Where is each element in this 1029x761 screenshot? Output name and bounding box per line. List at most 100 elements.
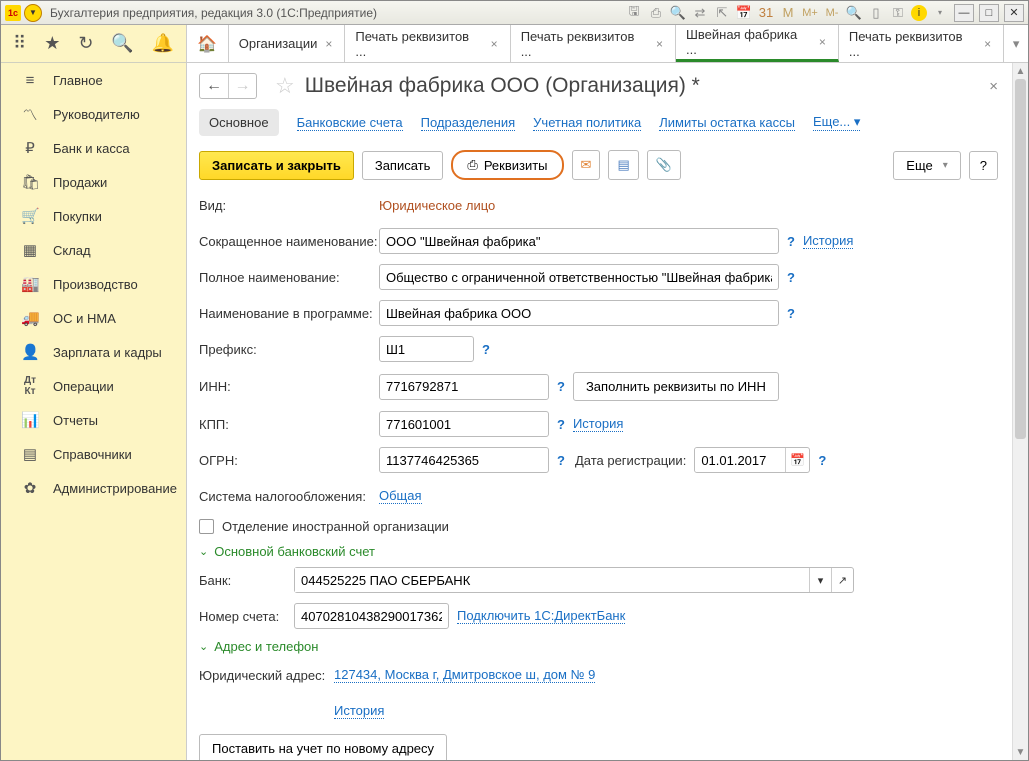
bank-dropdown-icon[interactable]: ▾	[809, 568, 831, 592]
bell-icon[interactable]: 🔔	[152, 33, 174, 54]
sidebar-item-bank[interactable]: ₽Банк и касса	[1, 131, 186, 165]
sidebar-item-manager[interactable]: 〽Руководителю	[1, 97, 186, 131]
mail-button[interactable]: ✉	[572, 150, 601, 180]
compare-icon[interactable]: ⇄	[691, 4, 709, 22]
prefix-input[interactable]	[379, 336, 474, 362]
sidebar-item-purchases[interactable]: 🛒Покупки	[1, 199, 186, 233]
ogrn-input[interactable]	[379, 447, 549, 473]
sidebar-item-admin[interactable]: ✿Администрирование	[1, 471, 186, 505]
help-button[interactable]: ?	[969, 151, 998, 180]
close-icon[interactable]: ×	[982, 35, 993, 53]
tab-print-2[interactable]: Печать реквизитов ...×	[511, 25, 676, 62]
sidebar-item-assets[interactable]: 🚚ОС и НМА	[1, 301, 186, 335]
close-icon[interactable]: ×	[654, 35, 665, 53]
tab-print-3[interactable]: Печать реквизитов ...×	[839, 25, 1004, 62]
requisites-button[interactable]: ⎙Реквизиты	[451, 150, 563, 180]
tab-home[interactable]: 🏠	[187, 25, 229, 62]
sidebar-item-catalogs[interactable]: ▤Справочники	[1, 437, 186, 471]
subtab-more[interactable]: Еще... ▾	[813, 114, 860, 131]
help-icon[interactable]: ?	[787, 306, 795, 321]
save-button[interactable]: Записать	[362, 151, 444, 180]
key-icon[interactable]: ⚿	[889, 4, 907, 22]
sidebar-item-main[interactable]: ≡Главное	[1, 63, 186, 97]
nav-forward-button[interactable]: →	[228, 74, 256, 98]
scrollbar[interactable]: ▲ ▼	[1012, 63, 1028, 760]
bank-open-icon[interactable]: ↗	[831, 568, 853, 592]
help-icon[interactable]: ?	[557, 417, 565, 432]
favorite-icon[interactable]: ☆	[275, 73, 295, 99]
save-close-button[interactable]: Записать и закрыть	[199, 151, 354, 180]
sidebar-item-production[interactable]: 🏭Производство	[1, 267, 186, 301]
sidebar-item-reports[interactable]: 📊Отчеты	[1, 403, 186, 437]
nav-back-button[interactable]: ←	[200, 74, 228, 98]
m-plus-icon[interactable]: M+	[801, 4, 819, 22]
addr-history-link[interactable]: История	[334, 703, 384, 719]
calendar2-icon[interactable]: 31	[757, 4, 775, 22]
sidebar-item-operations[interactable]: ДтКтОперации	[1, 369, 186, 403]
list-button[interactable]: ▤	[608, 150, 638, 180]
maximize-button[interactable]: □	[979, 4, 999, 22]
tax-link[interactable]: Общая	[379, 488, 422, 504]
inn-input[interactable]	[379, 374, 549, 400]
m-icon[interactable]: M	[779, 4, 797, 22]
sidebar-item-sales[interactable]: 🛍Продажи	[1, 165, 186, 199]
reg-date-input[interactable]	[695, 448, 785, 472]
scroll-up-icon[interactable]: ▲	[1013, 63, 1028, 79]
help-icon[interactable]: ?	[787, 270, 795, 285]
tabs-overflow[interactable]: ▾	[1004, 25, 1028, 62]
help-icon[interactable]: ?	[787, 234, 795, 249]
direct-bank-link[interactable]: Подключить 1С:ДиректБанк	[457, 608, 625, 624]
app-menu-dropdown[interactable]: ▼	[24, 4, 42, 22]
sidebar-item-salary[interactable]: 👤Зарплата и кадры	[1, 335, 186, 369]
history-link[interactable]: История	[803, 233, 853, 249]
calendar-icon[interactable]: 📅	[735, 4, 753, 22]
close-icon[interactable]: ×	[817, 33, 828, 51]
full-name-input[interactable]	[379, 264, 779, 290]
export-icon[interactable]: ⇱	[713, 4, 731, 22]
apps-icon[interactable]: ⠿	[13, 33, 26, 54]
panel-icon[interactable]: ▯	[867, 4, 885, 22]
foreign-checkbox[interactable]	[199, 519, 214, 534]
close-icon[interactable]: ×	[489, 35, 500, 53]
search-icon[interactable]: 🔍	[111, 33, 133, 54]
zoom-icon[interactable]: 🔍	[845, 4, 863, 22]
tab-factory[interactable]: Швейная фабрика ...×	[676, 25, 839, 62]
account-input[interactable]	[294, 603, 449, 629]
more-button[interactable]: Еще	[893, 151, 960, 180]
calendar-picker-icon[interactable]: 📅	[785, 448, 809, 472]
subtab-limits[interactable]: Лимиты остатка кассы	[659, 115, 795, 131]
legal-addr-link[interactable]: 127434, Москва г, Дмитровское ш, дом № 9	[334, 667, 595, 683]
info-icon[interactable]: i	[911, 5, 927, 21]
kpp-input[interactable]	[379, 411, 549, 437]
tab-print-1[interactable]: Печать реквизитов ...×	[345, 25, 510, 62]
prog-name-input[interactable]	[379, 300, 779, 326]
bank-input[interactable]	[295, 568, 809, 592]
save-icon[interactable]: 🖫	[625, 4, 643, 22]
history-icon[interactable]: ↻	[78, 33, 93, 54]
attach-button[interactable]: 📎	[647, 150, 681, 180]
help-icon[interactable]: ?	[482, 342, 490, 357]
subtab-main[interactable]: Основное	[199, 109, 279, 136]
addr-section-toggle[interactable]: ⌄ Адрес и телефон	[199, 639, 998, 654]
help-icon[interactable]: ?	[557, 379, 565, 394]
close-icon[interactable]: ×	[323, 35, 334, 53]
scroll-thumb[interactable]	[1015, 79, 1026, 439]
bank-section-toggle[interactable]: ⌄ Основной банковский счет	[199, 544, 998, 559]
short-name-input[interactable]	[379, 228, 779, 254]
m-minus-icon[interactable]: M-	[823, 4, 841, 22]
info-dd-icon[interactable]: ▾	[931, 4, 949, 22]
help-icon[interactable]: ?	[818, 453, 826, 468]
preview-icon[interactable]: 🔍	[669, 4, 687, 22]
minimize-button[interactable]: —	[954, 4, 974, 22]
tab-organizations[interactable]: Организации×	[229, 25, 346, 62]
scroll-down-icon[interactable]: ▼	[1013, 744, 1028, 760]
kpp-history-link[interactable]: История	[573, 416, 623, 432]
close-window-button[interactable]: ✕	[1004, 4, 1024, 22]
fill-by-inn-button[interactable]: Заполнить реквизиты по ИНН	[573, 372, 779, 401]
page-close-button[interactable]: ×	[989, 78, 998, 95]
star-icon[interactable]: ★	[44, 33, 60, 54]
subtab-divisions[interactable]: Подразделения	[421, 115, 516, 131]
subtab-policy[interactable]: Учетная политика	[533, 115, 641, 131]
help-icon[interactable]: ?	[557, 453, 565, 468]
sidebar-item-warehouse[interactable]: ▦Склад	[1, 233, 186, 267]
